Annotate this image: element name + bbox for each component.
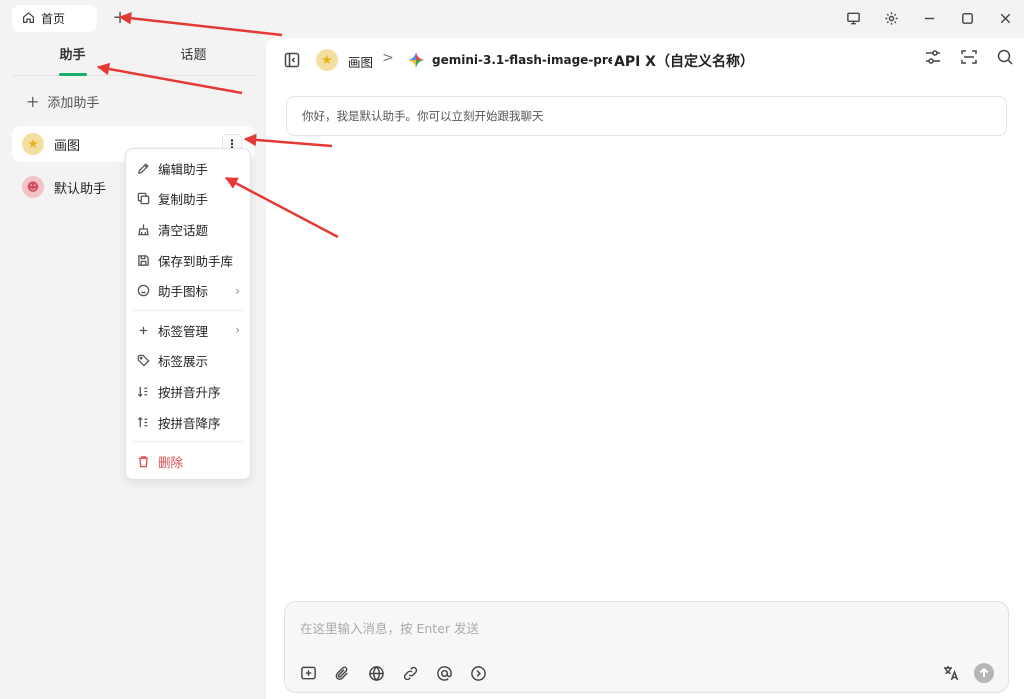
menu-item-sort-pinyin-desc[interactable]: 按拼音降序	[126, 407, 250, 438]
menu-item-label: 删除	[158, 455, 184, 471]
assistant-name: 默认助手	[54, 181, 107, 197]
trash-icon	[137, 455, 150, 468]
header-assistant-name[interactable]: 画图	[348, 52, 373, 71]
minimize-button[interactable]	[910, 0, 948, 36]
new-topic-icon[interactable]	[299, 664, 317, 682]
smile-icon	[137, 284, 150, 297]
sliders-icon[interactable]	[924, 48, 942, 70]
provider-name[interactable]: API X（自定义名称）	[614, 51, 754, 71]
window-controls	[834, 0, 1024, 36]
menu-item-label: 保存到助手库	[158, 253, 234, 269]
add-assistant-button[interactable]: + 添加助手	[26, 92, 99, 111]
menu-item-label: 复制助手	[158, 192, 209, 208]
menu-item-sort-pinyin-asc[interactable]: 按拼音升序	[126, 376, 250, 407]
sort-asc-icon	[137, 385, 150, 398]
home-tab-label: 首页	[41, 12, 66, 26]
header-tools	[924, 48, 1014, 70]
menu-item-edit-assistant[interactable]: 编辑助手	[126, 153, 250, 184]
tag-icon	[137, 354, 150, 367]
add-assistant-label: 添加助手	[47, 96, 100, 111]
message-input-box[interactable]: 在这里输入消息，按 Enter 发送	[284, 601, 1009, 693]
header-avatar-star-icon[interactable]: ★	[316, 49, 338, 71]
chevron-right-icon: ›	[235, 323, 240, 338]
close-button[interactable]	[986, 0, 1024, 36]
menu-item-clear-topics[interactable]: 清空话题	[126, 214, 250, 245]
gemini-sparkle-icon	[408, 52, 424, 68]
menu-item-delete[interactable]: 删除	[126, 446, 250, 477]
assistant-context-menu: 编辑助手 复制助手 清空话题 保存到助手库 助手图标 › 标签管理 › 标签展示…	[125, 148, 251, 480]
tab-topics[interactable]: 话题	[133, 38, 254, 75]
sort-desc-icon	[137, 416, 150, 429]
plus-icon: +	[26, 92, 40, 111]
monitor-icon[interactable]	[834, 0, 872, 36]
save-icon	[137, 254, 150, 267]
message-input[interactable]: 在这里输入消息，按 Enter 发送	[300, 618, 479, 637]
menu-divider	[132, 309, 244, 311]
link-icon[interactable]	[401, 664, 419, 682]
welcome-message: 你好，我是默认助手。你可以立刻开始跟我聊天	[286, 96, 1007, 136]
settings-gear-icon[interactable]	[872, 0, 910, 36]
menu-item-label: 按拼音升序	[158, 384, 221, 400]
sidebar-tabs: 助手 话题	[12, 38, 254, 76]
pencil-icon	[137, 162, 150, 175]
face-avatar-icon: ☻	[22, 176, 44, 198]
menu-item-save-to-library[interactable]: 保存到助手库	[126, 245, 250, 276]
tab-assistants[interactable]: 助手	[12, 38, 133, 76]
title-bar: 首页 +	[0, 0, 1024, 38]
attachment-icon[interactable]	[333, 664, 351, 682]
menu-item-label: 标签管理	[158, 323, 209, 339]
web-search-globe-icon[interactable]	[367, 664, 385, 682]
expand-icon[interactable]	[960, 48, 978, 70]
input-toolbar	[299, 664, 487, 682]
menu-item-tag-management[interactable]: 标签管理 ›	[126, 315, 250, 346]
add-tab-button[interactable]: +	[111, 9, 129, 27]
mention-at-icon[interactable]	[435, 664, 453, 682]
menu-divider	[132, 441, 244, 443]
menu-item-label: 按拼音降序	[158, 415, 221, 431]
send-button[interactable]	[974, 663, 994, 683]
assistant-name: 画图	[54, 138, 81, 154]
menu-item-assistant-icon[interactable]: 助手图标 ›	[126, 275, 250, 306]
home-icon	[22, 11, 35, 27]
translate-icon[interactable]	[942, 664, 962, 684]
maximize-button[interactable]	[948, 0, 986, 36]
menu-item-copy-assistant[interactable]: 复制助手	[126, 184, 250, 215]
model-selector[interactable]: gemini-3.1-flash-image-preview	[432, 53, 612, 67]
chat-panel: ★ 画图 > gemini-3.1-flash-image-preview AP…	[266, 38, 1024, 699]
chevron-right-icon: ›	[235, 283, 240, 298]
copy-icon	[137, 192, 150, 205]
plus-icon	[137, 324, 150, 337]
menu-item-tag-display[interactable]: 标签展示	[126, 346, 250, 377]
more-chevron-circle-icon[interactable]	[469, 664, 487, 682]
home-tab[interactable]: 首页	[12, 5, 97, 32]
sidebar-toggle-icon[interactable]	[284, 52, 302, 70]
menu-item-label: 标签展示	[158, 354, 209, 370]
chat-header: ★ 画图 > gemini-3.1-flash-image-preview AP…	[266, 38, 1024, 84]
star-avatar-icon: ★	[22, 133, 44, 155]
menu-item-label: 助手图标	[158, 284, 209, 300]
search-icon[interactable]	[996, 48, 1014, 70]
menu-item-label: 清空话题	[158, 222, 209, 238]
menu-item-label: 编辑助手	[158, 161, 209, 177]
broom-icon	[137, 223, 150, 236]
breadcrumb-chevron-icon: >	[382, 50, 394, 66]
